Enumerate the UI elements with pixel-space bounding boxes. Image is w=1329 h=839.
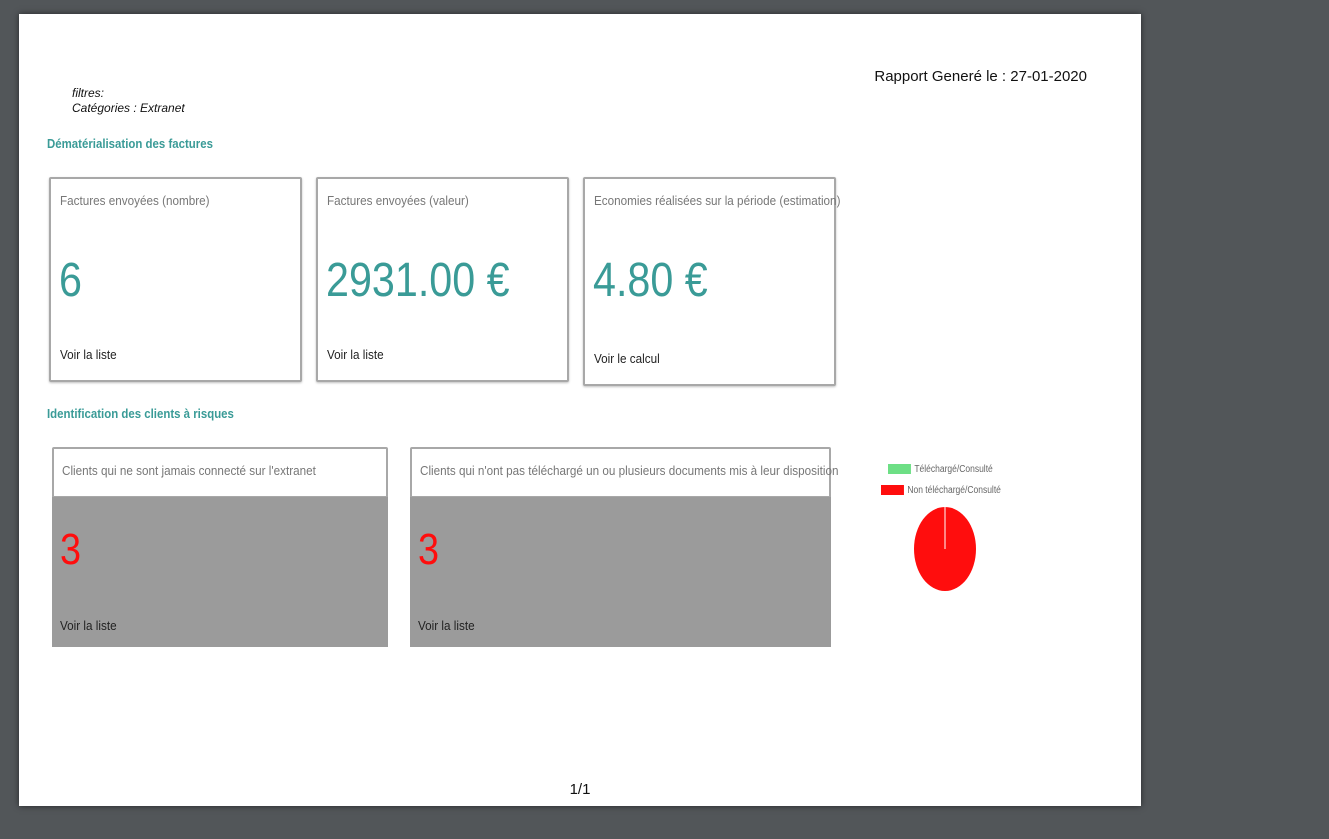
legend-swatch [888, 464, 911, 475]
view-calculation-link[interactable]: Voir le calcul [594, 351, 660, 366]
risk-card-title: Clients qui ne sont jamais connecté sur … [62, 463, 316, 478]
page-number: 1/1 [569, 781, 591, 798]
risk-card-header: Clients qui n'ont pas téléchargé un ou p… [410, 447, 838, 497]
report-page: Rapport Generé le : 27-01-2020 filtres: … [19, 14, 1141, 806]
risk-card-body: 3 Voir la liste [52, 497, 388, 647]
legend-item-not-downloaded: Non téléchargé/Consulté [881, 485, 1001, 496]
legend-item-downloaded: Téléchargé/Consulté [888, 464, 993, 475]
report-generated-date: Rapport Generé le : 27-01-2020 [874, 68, 1087, 85]
risk-card-value: 3 [418, 525, 440, 574]
filters-label: filtres: [72, 86, 105, 100]
risk-card-value: 3 [60, 525, 82, 574]
pie-chart-svg [914, 507, 976, 591]
kpi-card-title: Economies réalisées sur la période (esti… [594, 193, 841, 208]
kpi-card-value: 4.80 € [593, 254, 708, 307]
kpi-card-title: Factures envoyées (valeur) [327, 193, 469, 208]
section-title-dematerialisation: Dématérialisation des factures [47, 136, 213, 151]
legend-label: Non téléchargé/Consulté [907, 485, 1001, 496]
view-list-link[interactable]: Voir la liste [418, 618, 475, 633]
view-list-link[interactable]: Voir la liste [60, 347, 117, 362]
risk-card-not-downloaded: Clients qui n'ont pas téléchargé un ou p… [410, 447, 838, 649]
section-title-risks: Identification des clients à risques [47, 406, 234, 421]
risk-card-never-connected: Clients qui ne sont jamais connecté sur … [52, 447, 388, 649]
kpi-card-invoices-value: Factures envoyées (valeur) 2931.00 € Voi… [316, 177, 569, 382]
kpi-card-title: Factures envoyées (nombre) [60, 193, 210, 208]
kpi-card-value: 6 [59, 254, 82, 307]
kpi-card-invoices-count: Factures envoyées (nombre) 6 Voir la lis… [49, 177, 302, 382]
view-list-link[interactable]: Voir la liste [327, 347, 384, 362]
kpi-card-value: 2931.00 € [326, 254, 510, 307]
risk-card-header: Clients qui ne sont jamais connecté sur … [52, 447, 388, 497]
kpi-card-savings: Economies réalisées sur la période (esti… [583, 177, 840, 386]
filters-block: filtres: Catégories : Extranet [72, 86, 185, 116]
risk-card-body: 3 Voir la liste [410, 497, 831, 647]
risk-card-title: Clients qui n'ont pas téléchargé un ou p… [420, 463, 839, 478]
filters-value: Catégories : Extranet [72, 101, 185, 115]
view-list-link[interactable]: Voir la liste [60, 618, 117, 633]
legend-label: Téléchargé/Consulté [914, 464, 993, 475]
legend-swatch [881, 485, 904, 496]
